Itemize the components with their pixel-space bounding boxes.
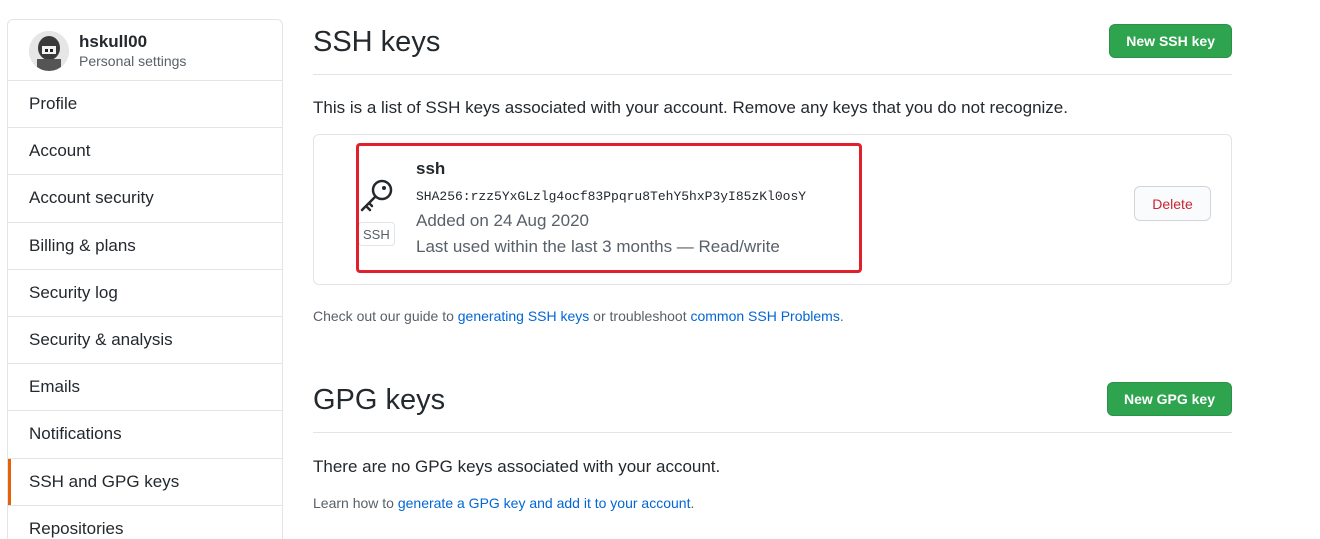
sidebar-item-notifications[interactable]: Notifications [8, 411, 282, 459]
new-ssh-key-button[interactable]: New SSH key [1109, 24, 1232, 58]
sidebar-item-repositories[interactable]: Repositories [8, 506, 282, 539]
gpg-section-title: GPG keys [313, 384, 446, 416]
ssh-guide-middle: or troubleshoot [589, 308, 691, 324]
gpg-learn-text: Learn how to generate a GPG key and add … [313, 495, 694, 511]
gpg-description: There are no GPG keys associated with yo… [313, 457, 721, 476]
sidebar-item-security-analysis[interactable]: Security & analysis [8, 317, 282, 365]
ssh-guide-suffix: . [839, 308, 844, 324]
new-gpg-key-button[interactable]: New GPG key [1106, 382, 1232, 416]
gpg-learn-prefix: Learn how to [313, 495, 398, 511]
generate-gpg-key-link[interactable]: generate a GPG key and add it to your ac… [398, 495, 691, 511]
ssh-guide-text: Check out our guide to generating SSH ke… [313, 308, 844, 324]
profile-subtitle: Personal settings [79, 53, 187, 69]
ssh-key-item: SSH ssh SHA256:rzz5YxGLzlg4ocf83Ppqru8Te… [313, 134, 1232, 285]
avatar[interactable] [29, 31, 69, 71]
sidebar-item-account-security[interactable]: Account security [8, 175, 282, 223]
sidebar-item-profile[interactable]: Profile [8, 81, 282, 129]
common-ssh-problems-link[interactable]: common SSH Problems [690, 308, 839, 324]
gpg-learn-suffix: . [690, 495, 695, 511]
profile-header[interactable]: hskull00 Personal settings [8, 20, 282, 81]
delete-ssh-key-button[interactable]: Delete [1134, 186, 1211, 221]
annotation-highlight-box [356, 143, 862, 273]
sidebar-item-emails[interactable]: Emails [8, 364, 282, 412]
ssh-section-header: SSH keys New SSH key [313, 0, 1232, 75]
sidebar-item-security-log[interactable]: Security log [8, 270, 282, 317]
sidebar-item-account[interactable]: Account [8, 128, 282, 176]
ssh-description: This is a list of SSH keys associated wi… [313, 98, 1068, 117]
ssh-guide-prefix: Check out our guide to [313, 308, 458, 324]
settings-sidebar: hskull00 Personal settings Profile Accou… [7, 19, 283, 539]
ssh-section-title: SSH keys [313, 26, 441, 58]
sidebar-item-billing[interactable]: Billing & plans [8, 223, 282, 270]
sidebar-item-ssh-gpg-keys[interactable]: SSH and GPG keys [8, 458, 282, 506]
gpg-section-header: GPG keys New GPG key [313, 358, 1232, 433]
profile-username[interactable]: hskull00 [79, 32, 147, 52]
generating-ssh-keys-link[interactable]: generating SSH keys [458, 308, 590, 324]
